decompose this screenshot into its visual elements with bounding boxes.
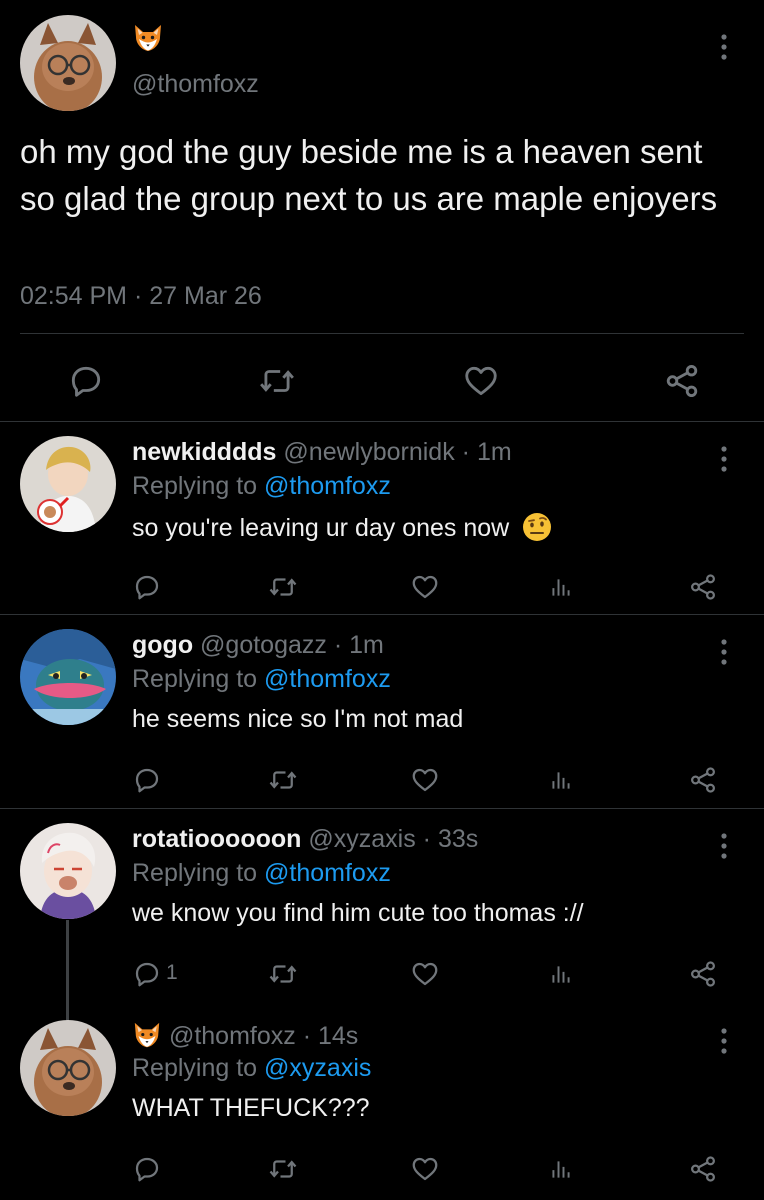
raised-eyebrow-emoji-icon (523, 513, 552, 541)
meta-separator: · (333, 631, 343, 659)
replying-to-label: Replying to (132, 665, 258, 693)
avatar[interactable] (20, 1020, 116, 1116)
reply-handle[interactable]: @xyzaxis (308, 825, 415, 853)
reply-handle[interactable]: @newlybornidk (283, 438, 454, 466)
retweet-icon[interactable] (268, 570, 298, 604)
tweet-handle[interactable]: @thomfoxz (132, 70, 259, 99)
fox-emoji-icon (132, 22, 164, 54)
reply-text: WHAT THEFUCK??? (132, 1094, 370, 1122)
more-options-icon[interactable] (712, 831, 736, 861)
replying-to: Replying to @thomfoxz (132, 472, 391, 501)
display-name[interactable]: rotatioooooon (132, 825, 301, 853)
reply-text: he seems nice so I'm not mad (132, 705, 464, 733)
replying-to-label: Replying to (132, 472, 258, 500)
reply-icon[interactable] (132, 1152, 162, 1186)
views-icon[interactable] (548, 1152, 574, 1186)
tweet-date: 27 Mar 26 (149, 282, 262, 310)
replying-to-link[interactable]: @thomfoxz (264, 665, 391, 693)
meta-separator: · (302, 1022, 312, 1050)
more-options-icon[interactable] (712, 32, 736, 62)
reply-time: 14s (318, 1022, 359, 1050)
more-options-icon[interactable] (712, 637, 736, 667)
like-icon[interactable] (410, 763, 440, 797)
reply-count: 1 (166, 961, 178, 984)
reply-time: 1m (349, 631, 384, 659)
reply-text: so you're leaving ur day ones now (132, 512, 552, 543)
replying-to-link[interactable]: @xyzaxis (264, 1054, 371, 1082)
reply-icon[interactable] (66, 362, 106, 400)
share-icon[interactable] (688, 1152, 718, 1186)
reply-time: 1m (476, 438, 512, 466)
avatar[interactable] (20, 823, 116, 919)
tweet-time: 02:54 PM (20, 282, 128, 310)
share-icon[interactable] (662, 362, 702, 400)
reply-handle[interactable]: @thomfoxz (169, 1022, 296, 1050)
retweet-icon[interactable] (257, 362, 297, 400)
replying-to-link[interactable]: @thomfoxz (264, 859, 391, 887)
meta-separator: · (133, 282, 143, 310)
share-icon[interactable] (688, 570, 718, 604)
share-icon[interactable] (688, 957, 718, 991)
reply-tweet[interactable]: newkidddds @newlybornidk · 1m Replying t… (0, 422, 764, 614)
reply-header: newkidddds @newlybornidk · 1m (132, 438, 512, 467)
reply-icon[interactable] (132, 570, 162, 604)
meta-separator: · (422, 825, 431, 853)
reply-tweet[interactable]: gogo @gotogazz · 1m Replying to @thomfox… (0, 615, 764, 808)
views-icon[interactable] (548, 570, 574, 604)
tweet-timestamp: 02:54 PM · 27 Mar 26 (20, 282, 262, 311)
replying-to-label: Replying to (132, 1054, 258, 1082)
avatar[interactable] (20, 15, 116, 111)
retweet-icon[interactable] (268, 957, 298, 991)
avatar[interactable] (20, 436, 116, 532)
tweet-text: oh my god the guy beside me is a heaven … (20, 133, 718, 217)
views-icon[interactable] (548, 763, 574, 797)
like-icon[interactable] (410, 957, 440, 991)
replying-to-label: Replying to (132, 859, 258, 887)
views-icon[interactable] (548, 957, 574, 991)
replying-to-link[interactable]: @thomfoxz (264, 472, 391, 500)
reply-icon[interactable] (132, 763, 162, 797)
replying-to: Replying to @thomfoxz (132, 665, 391, 694)
meta-separator: · (461, 438, 470, 466)
divider (20, 333, 744, 334)
reply-icon[interactable] (132, 957, 162, 991)
main-tweet: @thomfoxz oh my god the guy beside me is… (0, 0, 764, 420)
reply-header: gogo @gotogazz · 1m (132, 631, 384, 660)
share-icon[interactable] (688, 763, 718, 797)
retweet-icon[interactable] (268, 1152, 298, 1186)
reply-time: 33s (437, 825, 479, 853)
like-icon[interactable] (461, 362, 501, 400)
reply-text: we know you find him cute too thomas :// (132, 899, 584, 927)
more-options-icon[interactable] (712, 444, 736, 474)
display-name[interactable]: newkidddds (132, 438, 276, 466)
reply-text-content: so you're leaving ur day ones now (132, 514, 510, 542)
reply-handle[interactable]: @gotogazz (200, 631, 327, 659)
display-name[interactable]: gogo (132, 631, 193, 659)
like-icon[interactable] (410, 1152, 440, 1186)
reply-header: @thomfoxz · 14s (132, 1020, 358, 1051)
like-icon[interactable] (410, 570, 440, 604)
reply-tweet[interactable]: @thomfoxz · 14s Replying to @xyzaxis WHA… (0, 1004, 764, 1200)
fox-emoji-icon (132, 1020, 162, 1050)
retweet-icon[interactable] (268, 763, 298, 797)
replying-to: Replying to @thomfoxz (132, 859, 391, 888)
replying-to: Replying to @xyzaxis (132, 1054, 371, 1083)
reply-tweet[interactable]: rotatioooooon @xyzaxis · 33s Replying to… (0, 809, 764, 1003)
reply-header: rotatioooooon @xyzaxis · 33s (132, 825, 478, 854)
avatar[interactable] (20, 629, 116, 725)
more-options-icon[interactable] (712, 1026, 736, 1056)
